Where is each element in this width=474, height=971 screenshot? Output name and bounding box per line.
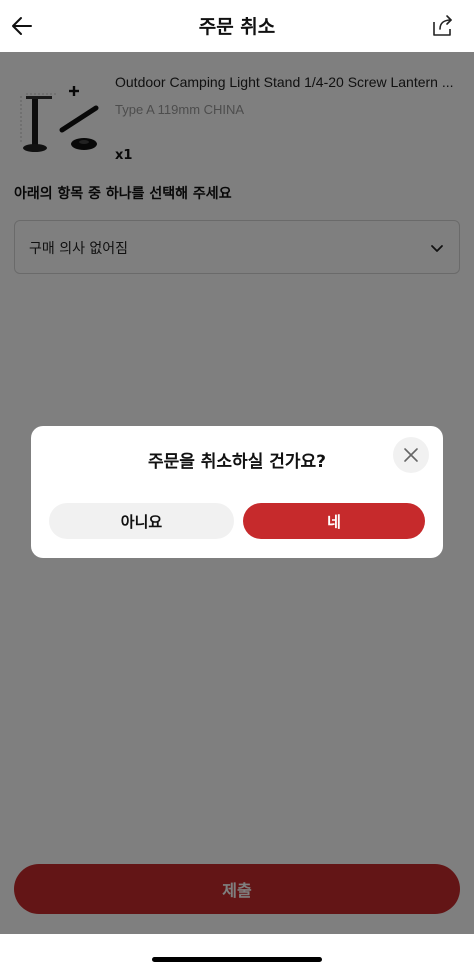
home-indicator-area bbox=[0, 934, 474, 971]
no-button[interactable]: 아니요 bbox=[49, 503, 234, 539]
app-header: 주문 취소 bbox=[0, 0, 474, 52]
share-icon bbox=[433, 15, 452, 36]
page-title: 주문 취소 bbox=[198, 16, 276, 38]
yes-button[interactable]: 네 bbox=[243, 503, 425, 539]
confirm-cancel-dialog: 주문을 취소하실 건가요? 아니요 네 bbox=[31, 426, 443, 558]
close-icon bbox=[404, 448, 418, 462]
dialog-close-button[interactable] bbox=[393, 437, 429, 473]
home-indicator[interactable] bbox=[152, 957, 322, 962]
share-button[interactable] bbox=[428, 10, 458, 42]
dialog-title: 주문을 취소하실 건가요? bbox=[147, 452, 327, 472]
